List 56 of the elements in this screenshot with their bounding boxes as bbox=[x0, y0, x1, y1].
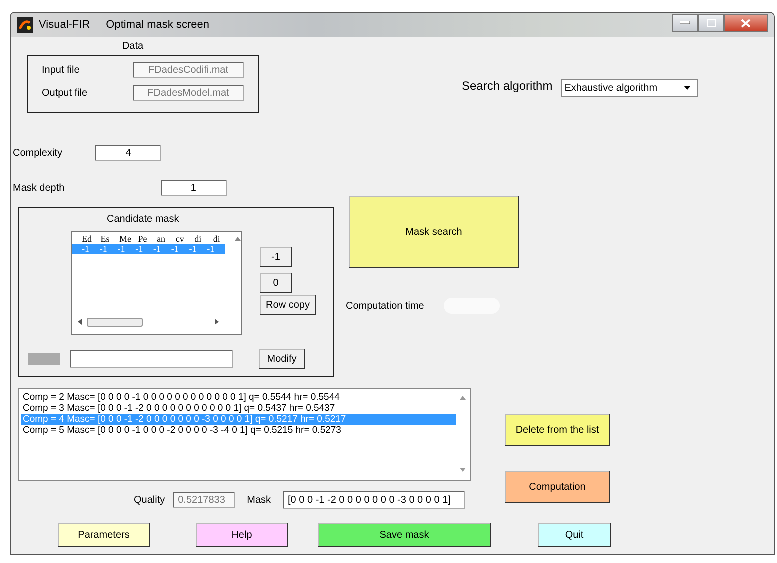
field-label: Mask bbox=[247, 494, 272, 506]
action-button[interactable]: Help bbox=[196, 523, 288, 547]
column-header: Pe bbox=[138, 234, 148, 244]
list-item[interactable]: Comp = 5 Masc= [0 0 0 0 -1 0 0 0 -2 0 0 0 0 -3 -4 0 1] q= 0.5215 hr= 0.5273 bbox=[21, 425, 456, 436]
column-header: di bbox=[213, 234, 222, 244]
input-field[interactable]: 1 bbox=[160, 180, 227, 196]
maximize-button[interactable] bbox=[698, 14, 724, 32]
scroll-left-icon bbox=[78, 319, 82, 325]
column-header: an bbox=[157, 234, 167, 244]
scroll-down-icon[interactable] bbox=[460, 468, 466, 472]
input-field[interactable]: FDadesModel.mat bbox=[133, 85, 244, 101]
action-button[interactable]: Parameters bbox=[58, 523, 150, 547]
minimize-button[interactable] bbox=[672, 14, 698, 32]
caret-icon bbox=[684, 86, 691, 90]
field-label: Search algorithm bbox=[462, 79, 553, 93]
action-button[interactable]: Save mask bbox=[318, 523, 491, 547]
group-label: Data bbox=[122, 41, 144, 52]
input-field[interactable]: FDadesCodifi.mat bbox=[133, 62, 244, 78]
column-header: Me bbox=[120, 234, 133, 244]
action-button[interactable]: Quit bbox=[538, 523, 611, 547]
list-item[interactable]: Comp = 2 Masc= [0 0 0 0 -1 0 0 0 0 0 0 0 0 0 0 0 0 1] q= 0.5544 hr= 0.5544 bbox=[21, 392, 456, 403]
field-label: Complexity bbox=[13, 148, 62, 158]
column-header: cv bbox=[176, 234, 186, 244]
field-label: Output file bbox=[42, 88, 88, 98]
field-label: Mask depth bbox=[13, 182, 65, 194]
mask-button[interactable]: -1 bbox=[260, 247, 292, 267]
color-swatch bbox=[28, 353, 60, 365]
column-header: Ed bbox=[82, 234, 93, 244]
app-name: Visual-FIR bbox=[39, 19, 90, 31]
mask-field[interactable]: [0 0 0 -1 -2 0 0 0 0 0 0 0 -3 0 0 0 0 1] bbox=[283, 491, 466, 509]
delete-button[interactable]: Delete from the list bbox=[505, 414, 610, 446]
scroll-up-icon[interactable] bbox=[235, 237, 242, 241]
scroll-up-icon[interactable] bbox=[460, 396, 466, 400]
window-title: Optimal mask screen bbox=[106, 19, 210, 31]
mask-button[interactable]: Row copy bbox=[260, 295, 316, 315]
scroll-right-icon bbox=[215, 319, 219, 325]
mask-search-button[interactable]: Mask search bbox=[349, 196, 519, 268]
algorithm-dropdown[interactable]: Exhaustive algorithm bbox=[560, 79, 698, 97]
field-label: Input file bbox=[42, 64, 80, 76]
maximize-icon bbox=[706, 19, 716, 27]
field-label: Computation time bbox=[346, 300, 424, 312]
close-icon bbox=[741, 18, 751, 28]
minimize-icon bbox=[680, 21, 690, 25]
app-icon bbox=[17, 17, 33, 33]
group-label: Candidate mask bbox=[107, 214, 180, 225]
list-item[interactable]: Comp = 3 Masc= [0 0 0 -1 -2 0 0 0 0 0 0 0 0 0 0 0 1] q= 0.5437 hr= 0.5437 bbox=[21, 403, 456, 414]
quality-field[interactable]: 0.5217833 bbox=[173, 492, 236, 508]
mask-button[interactable]: 0 bbox=[260, 273, 292, 293]
input-field[interactable] bbox=[70, 350, 233, 368]
modify-button[interactable]: Modify bbox=[259, 349, 305, 369]
computation-button[interactable]: Computation bbox=[505, 471, 610, 503]
column-header: di bbox=[194, 234, 203, 244]
close-button[interactable] bbox=[724, 14, 768, 32]
input-field[interactable]: 4 bbox=[95, 145, 162, 161]
column-header: Es bbox=[100, 234, 111, 244]
field-label: Quality bbox=[134, 494, 166, 506]
